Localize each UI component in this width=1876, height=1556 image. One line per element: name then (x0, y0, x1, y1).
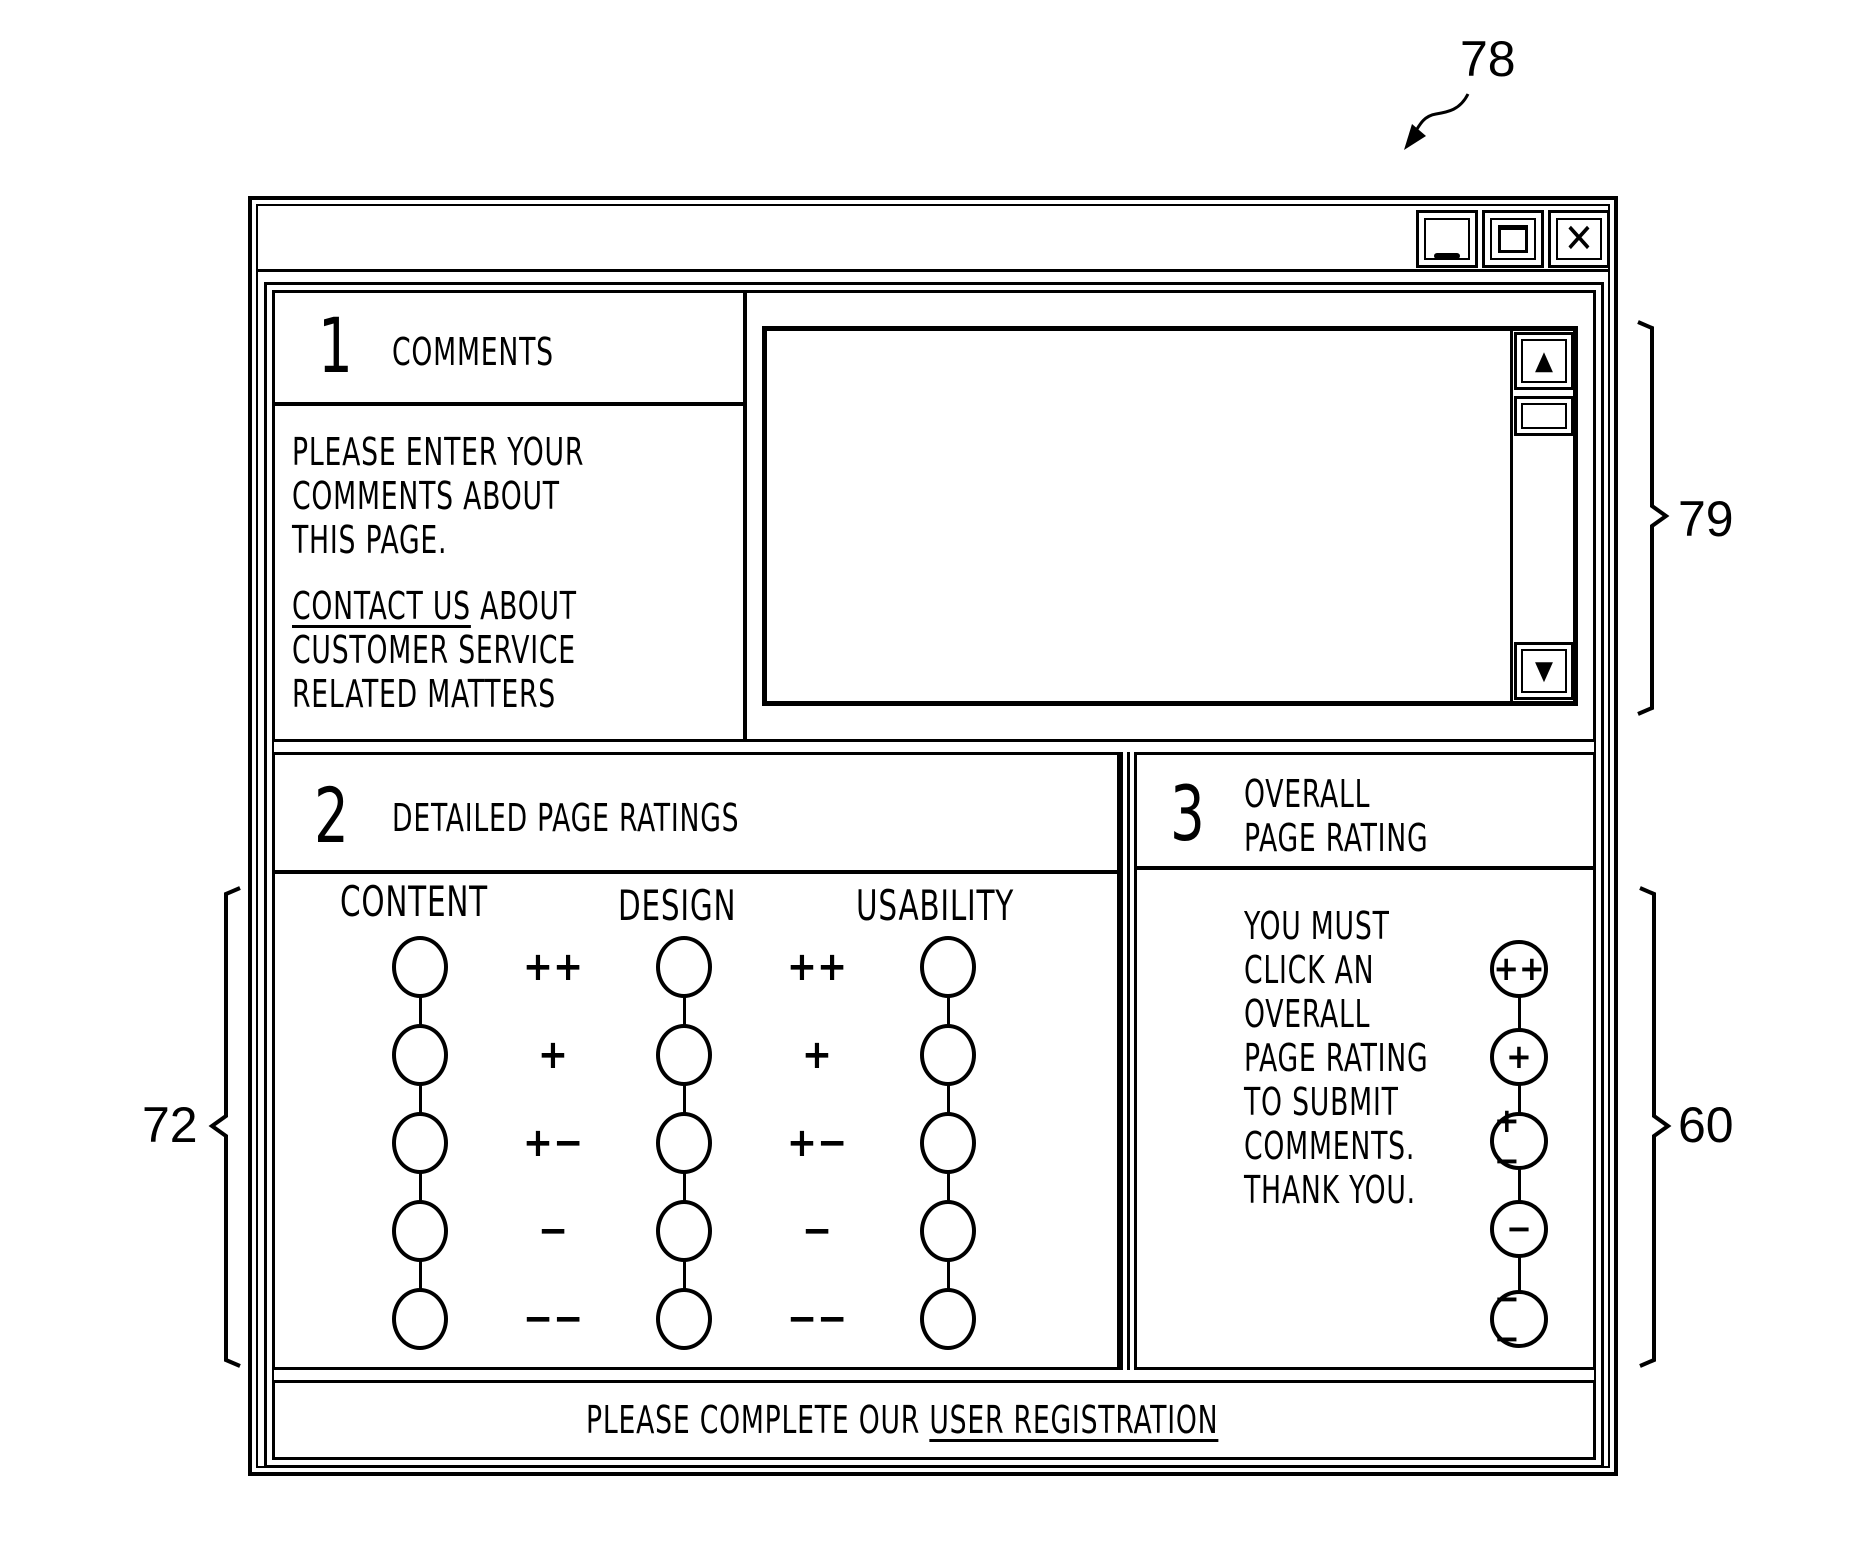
radio-connector (683, 1084, 686, 1114)
rating-radio-design-2[interactable] (656, 1024, 712, 1086)
column-header-usability: USABILITY (856, 881, 1015, 930)
overall-message-line: TO SUBMIT (1244, 1080, 1399, 1124)
minimize-icon (1419, 213, 1475, 265)
contact-line-2: CUSTOMER SERVICE (292, 628, 576, 672)
arrow-down-icon: ▼ (1535, 656, 1553, 686)
rating-radio-content-4[interactable] (392, 1200, 448, 1262)
footer-text: PLEASE COMPLETE OUR USER REGISTRATION (586, 1398, 1218, 1442)
rating-radio-usability-2[interactable] (920, 1024, 976, 1086)
rating-radio-content-1[interactable] (392, 936, 448, 998)
contact-line-1: CONTACT US ABOUT (292, 584, 577, 628)
scale-label: +− (522, 1120, 584, 1166)
rating-radio-usability-1[interactable] (920, 936, 976, 998)
section-number-1: 1 (318, 301, 353, 390)
arrow-up-icon: ▲ (1535, 346, 1553, 376)
contact-text: ABOUT (470, 584, 577, 628)
scale-label: + (537, 1032, 569, 1078)
radio-connector (419, 1260, 422, 1290)
scale-label: +− (786, 1120, 848, 1166)
detailed-header-divider (274, 870, 1118, 874)
section-number-3: 3 (1170, 769, 1205, 858)
overall-message-line: YOU MUST (1244, 904, 1390, 948)
ref-label-60: 60 (1678, 1097, 1734, 1153)
radio-connector (947, 1084, 950, 1114)
column-header-content: CONTENT (340, 877, 488, 926)
radio-connector (947, 1260, 950, 1290)
overall-rating-option-4[interactable]: − (1490, 1200, 1548, 1258)
ref-label-78: 78 (1460, 31, 1516, 87)
scale-label: ++ (786, 944, 848, 990)
rating-radio-usability-5[interactable] (920, 1288, 976, 1350)
rating-radio-design-4[interactable] (656, 1200, 712, 1262)
comments-instruction-line-3: THIS PAGE. (292, 518, 448, 562)
title-bar[interactable] (258, 206, 1608, 272)
ref-label-79: 79 (1678, 491, 1734, 547)
overall-rating-option-1[interactable]: ++ (1490, 940, 1548, 998)
comments-instruction-line-2: COMMENTS ABOUT (292, 474, 560, 518)
contact-us-link[interactable]: CONTACT US (292, 584, 471, 628)
rating-radio-design-1[interactable] (656, 936, 712, 998)
column-header-design: DESIGN (618, 881, 737, 930)
radio-connector (683, 996, 686, 1026)
minimize-button[interactable] (1416, 210, 1478, 268)
brace-72-icon (208, 886, 241, 1368)
brace-79-icon (1637, 320, 1670, 716)
overall-rating-option-3[interactable]: +− (1490, 1101, 1548, 1181)
rating-radio-usability-4[interactable] (920, 1200, 976, 1262)
comments-textarea[interactable] (762, 326, 1578, 706)
radio-connector (947, 996, 950, 1026)
overall-message-line: COMMENTS. (1244, 1124, 1416, 1168)
overall-title-line-1: OVERALL (1244, 772, 1371, 816)
rating-radio-usability-3[interactable] (920, 1112, 976, 1174)
rating-radio-content-3[interactable] (392, 1112, 448, 1174)
radio-connector (419, 996, 422, 1026)
overall-message-line: PAGE RATING (1244, 1036, 1429, 1080)
contact-line-3: RELATED MATTERS (292, 672, 556, 716)
section-number-2: 2 (314, 771, 349, 860)
comments-instruction-line-1: PLEASE ENTER YOUR (292, 430, 585, 474)
leader-arrow-icon (1404, 93, 1470, 150)
rating-radio-design-3[interactable] (656, 1112, 712, 1174)
overall-message-line: OVERALL (1244, 992, 1371, 1036)
maximize-icon (1485, 213, 1541, 265)
detailed-title: DETAILED PAGE RATINGS (392, 796, 740, 840)
scale-label: −− (522, 1296, 584, 1342)
overall-message-line: THANK YOU. (1244, 1168, 1416, 1212)
maximize-button[interactable] (1482, 210, 1544, 268)
overall-title-line-2: PAGE RATING (1244, 816, 1429, 860)
overall-rating-option-5[interactable]: −− (1490, 1279, 1548, 1359)
brace-60-icon (1639, 886, 1672, 1368)
radio-connector (947, 1172, 950, 1202)
user-registration-link[interactable]: USER REGISTRATION (929, 1398, 1218, 1442)
radio-connector (419, 1084, 422, 1114)
rating-radio-content-2[interactable] (392, 1024, 448, 1086)
rating-radio-content-5[interactable] (392, 1288, 448, 1350)
footer-prefix: PLEASE COMPLETE OUR (586, 1398, 930, 1442)
section-splitter (1120, 752, 1130, 1370)
close-icon: ✕ (1563, 216, 1595, 262)
overall-rating-option-2[interactable]: + (1490, 1028, 1548, 1086)
overall-message-line: CLICK AN (1244, 948, 1375, 992)
scale-label: −− (786, 1296, 848, 1342)
scale-label: + (801, 1032, 833, 1078)
scroll-thumb[interactable] (1514, 396, 1574, 436)
comments-title: COMMENTS (392, 330, 554, 374)
option-connector (1518, 996, 1521, 1030)
ref-label-72: 72 (142, 1097, 198, 1153)
radio-connector (683, 1172, 686, 1202)
comments-header-divider (274, 402, 744, 406)
scroll-down-button[interactable]: ▼ (1514, 642, 1574, 700)
scroll-up-button[interactable]: ▲ (1514, 332, 1574, 390)
scale-label: − (801, 1208, 833, 1254)
scale-label: ++ (522, 944, 584, 990)
radio-connector (683, 1260, 686, 1290)
rating-radio-design-5[interactable] (656, 1288, 712, 1350)
close-button[interactable]: ✕ (1548, 210, 1610, 268)
scale-label: − (537, 1208, 569, 1254)
overall-header-divider (1136, 866, 1594, 870)
radio-connector (419, 1172, 422, 1202)
